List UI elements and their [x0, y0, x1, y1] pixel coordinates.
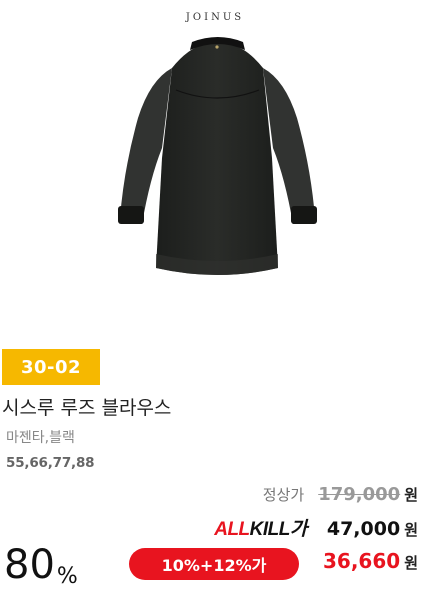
coupon-discount-badge: 10%+12%가 [129, 548, 299, 580]
regular-price-label: 정상가 [262, 486, 305, 504]
currency-unit: 원 [404, 521, 418, 539]
allkill-label: ALLKILL가 [214, 514, 307, 541]
discount-rate-unit: % [56, 564, 78, 589]
allkill-price-row: ALLKILL가 47,000 원 [214, 514, 418, 541]
allkill-label-prefix: ALL [214, 519, 250, 540]
final-price-row: 36,660 원 [323, 549, 418, 573]
discount-rate: 80 % [4, 541, 78, 589]
final-price: 36,660 [323, 549, 401, 573]
discount-rate-value: 80 [4, 542, 55, 588]
allkill-price: 47,000 [326, 518, 401, 540]
product-image[interactable] [110, 28, 325, 298]
product-code-badge: 30-02 [2, 349, 100, 385]
currency-unit: 원 [404, 486, 418, 504]
regular-price: 179,000 [318, 484, 401, 505]
regular-price-row: 정상가 179,000 원 [263, 484, 418, 505]
allkill-label-suffix: KILL가 [249, 519, 308, 540]
product-sizes: 55,66,77,88 [6, 455, 95, 471]
currency-unit: 원 [404, 554, 418, 572]
product-name[interactable]: 시스루 루즈 블라우스 [2, 393, 171, 420]
brand-logo: JOINUS [185, 12, 245, 23]
product-colors: 마젠타,블랙 [6, 430, 75, 446]
